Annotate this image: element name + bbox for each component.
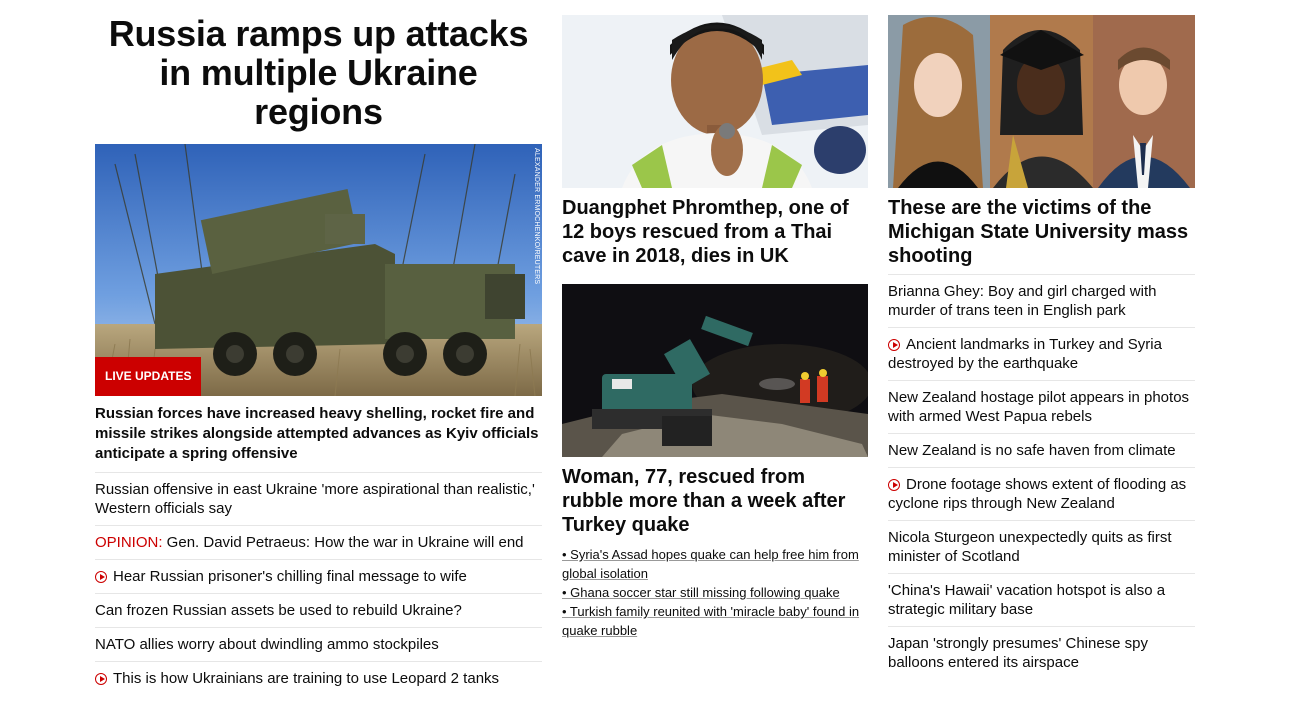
related-link-text: This is how Ukrainians are training to u… <box>113 670 500 687</box>
boy-portrait-image <box>562 15 868 188</box>
play-icon <box>888 339 900 351</box>
headline-text: Nicola Sturgeon unexpectedly quits as fi… <box>888 529 1172 565</box>
headline-list: Brianna Ghey: Boy and girl charged with … <box>888 275 1195 679</box>
quake-bullet-list: • Syria's Assad hopes quake can help fre… <box>562 545 868 640</box>
lead-story-link[interactable]: Russian forces have increased heavy shel… <box>95 404 542 473</box>
headline-link[interactable]: Brianna Ghey: Boy and girl charged with … <box>888 275 1195 328</box>
headline-link[interactable]: New Zealand is no safe haven from climat… <box>888 434 1195 468</box>
related-link[interactable]: Russian offensive in east Ukraine 'more … <box>95 473 542 526</box>
main-story-column: Russia ramps up attacks in multiple Ukra… <box>95 0 542 695</box>
headline-link[interactable]: 'China's Hawaii' vacation hotspot is als… <box>888 574 1195 627</box>
related-link-text: Russian offensive in east Ukraine 'more … <box>95 481 535 517</box>
related-link[interactable]: NATO allies worry about dwindling ammo s… <box>95 628 542 662</box>
headline-text: Ancient landmarks in Turkey and Syria de… <box>888 336 1162 372</box>
headline-link[interactable]: Nicola Sturgeon unexpectedly quits as fi… <box>888 521 1195 574</box>
opinion-label: OPINION: <box>95 534 163 551</box>
related-links-list: Russian offensive in east Ukraine 'more … <box>95 473 542 695</box>
main-headline[interactable]: Russia ramps up attacks in multiple Ukra… <box>95 0 542 131</box>
quake-rescue-photo[interactable] <box>562 284 868 457</box>
headline-text: Drone footage shows extent of flooding a… <box>888 476 1187 512</box>
victims-photo[interactable] <box>888 15 1195 188</box>
related-link-text: Can frozen Russian assets be used to reb… <box>95 602 462 619</box>
headline-text: Japan 'strongly presumes' Chinese spy ba… <box>888 635 1149 671</box>
related-link-text: Hear Russian prisoner's chilling final m… <box>113 568 467 585</box>
related-link-text: Gen. David Petraeus: How the war in Ukra… <box>162 534 524 551</box>
headline-link[interactable]: Drone footage shows extent of flooding a… <box>888 468 1195 521</box>
middle-column: Duangphet Phromthep, one of 12 boys resc… <box>562 0 868 640</box>
live-updates-badge[interactable]: LIVE UPDATES <box>95 357 202 396</box>
three-portraits-image <box>888 15 1195 188</box>
main-story-image[interactable]: ALEXANDER ERMOCHENKO/REUTERS LIVE UPDATE… <box>95 144 542 396</box>
related-link[interactable]: This is how Ukrainians are training to u… <box>95 662 542 695</box>
headline-link[interactable]: New Zealand hostage pilot appears in pho… <box>888 381 1195 434</box>
excavator-night-image <box>562 284 868 457</box>
quake-rescue-title[interactable]: Woman, 77, rescued from rubble more than… <box>562 465 868 537</box>
victims-story-title[interactable]: These are the victims of the Michigan St… <box>888 196 1195 268</box>
play-icon <box>95 571 107 583</box>
bullet-link[interactable]: • Ghana soccer star still missing follow… <box>562 583 868 602</box>
headline-text: New Zealand is no safe haven from climat… <box>888 442 1176 459</box>
headline-text: New Zealand hostage pilot appears in pho… <box>888 389 1190 425</box>
image-credit: ALEXANDER ERMOCHENKO/REUTERS <box>533 148 540 285</box>
headline-link[interactable]: Ancient landmarks in Turkey and Syria de… <box>888 328 1195 381</box>
headline-text: Brianna Ghey: Boy and girl charged with … <box>888 283 1157 319</box>
play-icon <box>888 479 900 491</box>
thai-cave-boy-photo[interactable] <box>562 15 868 188</box>
bullet-link[interactable]: • Syria's Assad hopes quake can help fre… <box>562 545 868 583</box>
headline-text: 'China's Hawaii' vacation hotspot is als… <box>888 582 1166 618</box>
play-icon <box>95 673 107 685</box>
related-link[interactable]: OPINION: Gen. David Petraeus: How the wa… <box>95 526 542 560</box>
related-link-text: NATO allies worry about dwindling ammo s… <box>95 636 439 653</box>
headline-link[interactable]: Japan 'strongly presumes' Chinese spy ba… <box>888 627 1195 679</box>
related-link[interactable]: Can frozen Russian assets be used to reb… <box>95 594 542 628</box>
related-link[interactable]: Hear Russian prisoner's chilling final m… <box>95 560 542 594</box>
right-column: These are the victims of the Michigan St… <box>888 0 1195 679</box>
thai-cave-story-title[interactable]: Duangphet Phromthep, one of 12 boys resc… <box>562 196 868 268</box>
bullet-link[interactable]: • Turkish family reunited with 'miracle … <box>562 602 868 640</box>
